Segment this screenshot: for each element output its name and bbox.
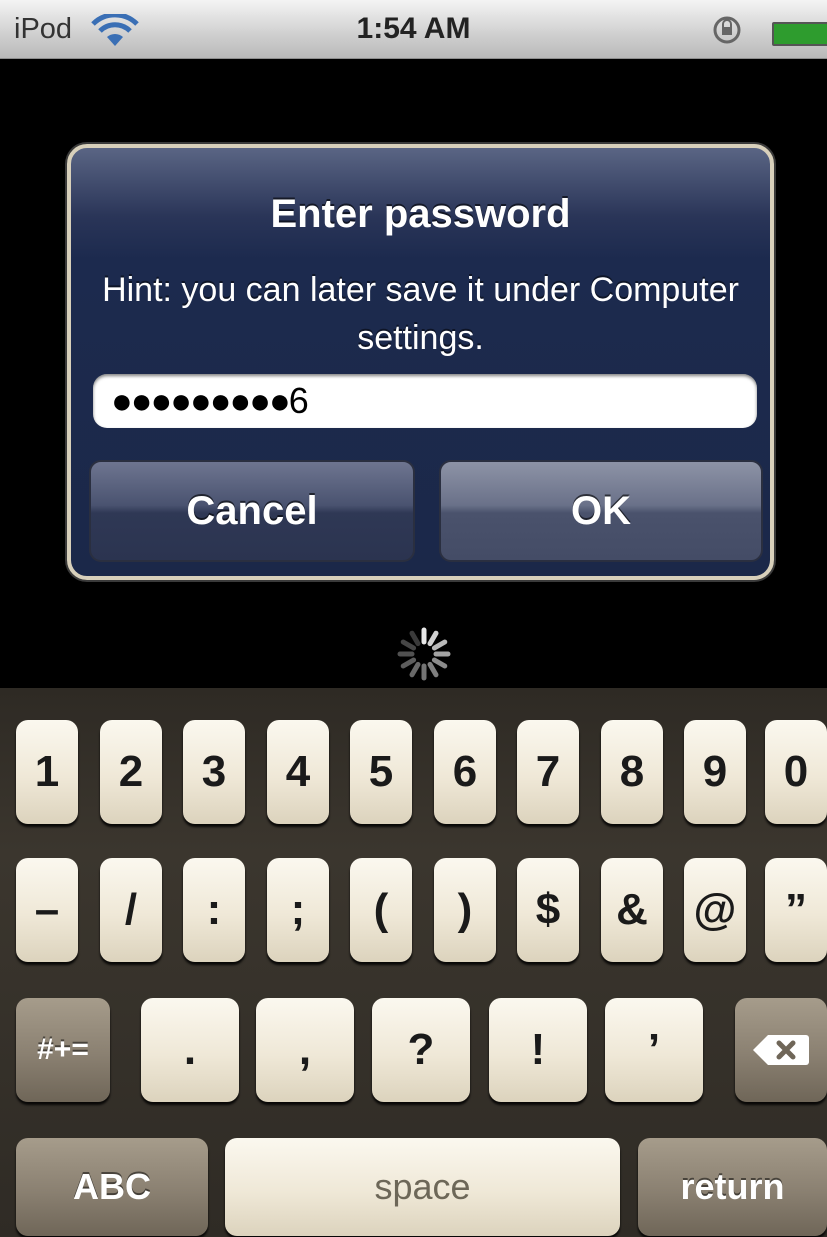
key-return[interactable]: return: [638, 1138, 827, 1236]
key-at[interactable]: @: [684, 858, 746, 962]
key-apostrophe[interactable]: ’: [605, 998, 703, 1102]
key-space[interactable]: space: [225, 1138, 620, 1236]
key-colon[interactable]: :: [183, 858, 245, 962]
password-alert-dialog: Enter password Hint: you can later save …: [67, 144, 774, 580]
delete-key[interactable]: [735, 998, 827, 1102]
key-8[interactable]: 8: [601, 720, 663, 824]
ok-button[interactable]: OK: [439, 460, 763, 562]
key-1[interactable]: 1: [16, 720, 78, 824]
key-0[interactable]: 0: [765, 720, 827, 824]
key-6[interactable]: 6: [434, 720, 496, 824]
key-ampersand[interactable]: &: [601, 858, 663, 962]
key-5[interactable]: 5: [350, 720, 412, 824]
key-quote[interactable]: ”: [765, 858, 827, 962]
alert-title: Enter password: [270, 192, 571, 236]
cancel-button[interactable]: Cancel: [89, 460, 415, 562]
key-comma[interactable]: ,: [256, 998, 354, 1102]
key-slash[interactable]: /: [100, 858, 162, 962]
key-4[interactable]: 4: [267, 720, 329, 824]
battery-icon: [772, 22, 827, 46]
key-3[interactable]: 3: [183, 720, 245, 824]
key-exclamation[interactable]: !: [489, 998, 587, 1102]
alert-message: Hint: you can later save it under Comput…: [102, 271, 739, 357]
key-dash[interactable]: –: [16, 858, 78, 962]
key-9[interactable]: 9: [684, 720, 746, 824]
key-7[interactable]: 7: [517, 720, 579, 824]
key-abc[interactable]: ABC: [16, 1138, 208, 1236]
loading-spinner-icon: [397, 627, 451, 681]
key-open-paren[interactable]: (: [350, 858, 412, 962]
key-semicolon[interactable]: ;: [267, 858, 329, 962]
key-question[interactable]: ?: [372, 998, 470, 1102]
rotation-lock-icon: [713, 16, 741, 44]
password-input[interactable]: ●●●●●●●●●6: [93, 374, 757, 428]
status-bar: iPod 1:54 AM: [0, 0, 827, 59]
backspace-icon: [753, 1035, 809, 1065]
key-close-paren[interactable]: ): [434, 858, 496, 962]
key-more-symbols[interactable]: #+=: [16, 998, 110, 1102]
numeric-keyboard: 1 2 3 4 5 6 7 8 9 0 – / : ; ( ) $ & @ ” …: [0, 688, 827, 1237]
key-2[interactable]: 2: [100, 720, 162, 824]
key-period[interactable]: .: [141, 998, 239, 1102]
key-dollar[interactable]: $: [517, 858, 579, 962]
clock-time: 1:54 AM: [356, 12, 471, 45]
